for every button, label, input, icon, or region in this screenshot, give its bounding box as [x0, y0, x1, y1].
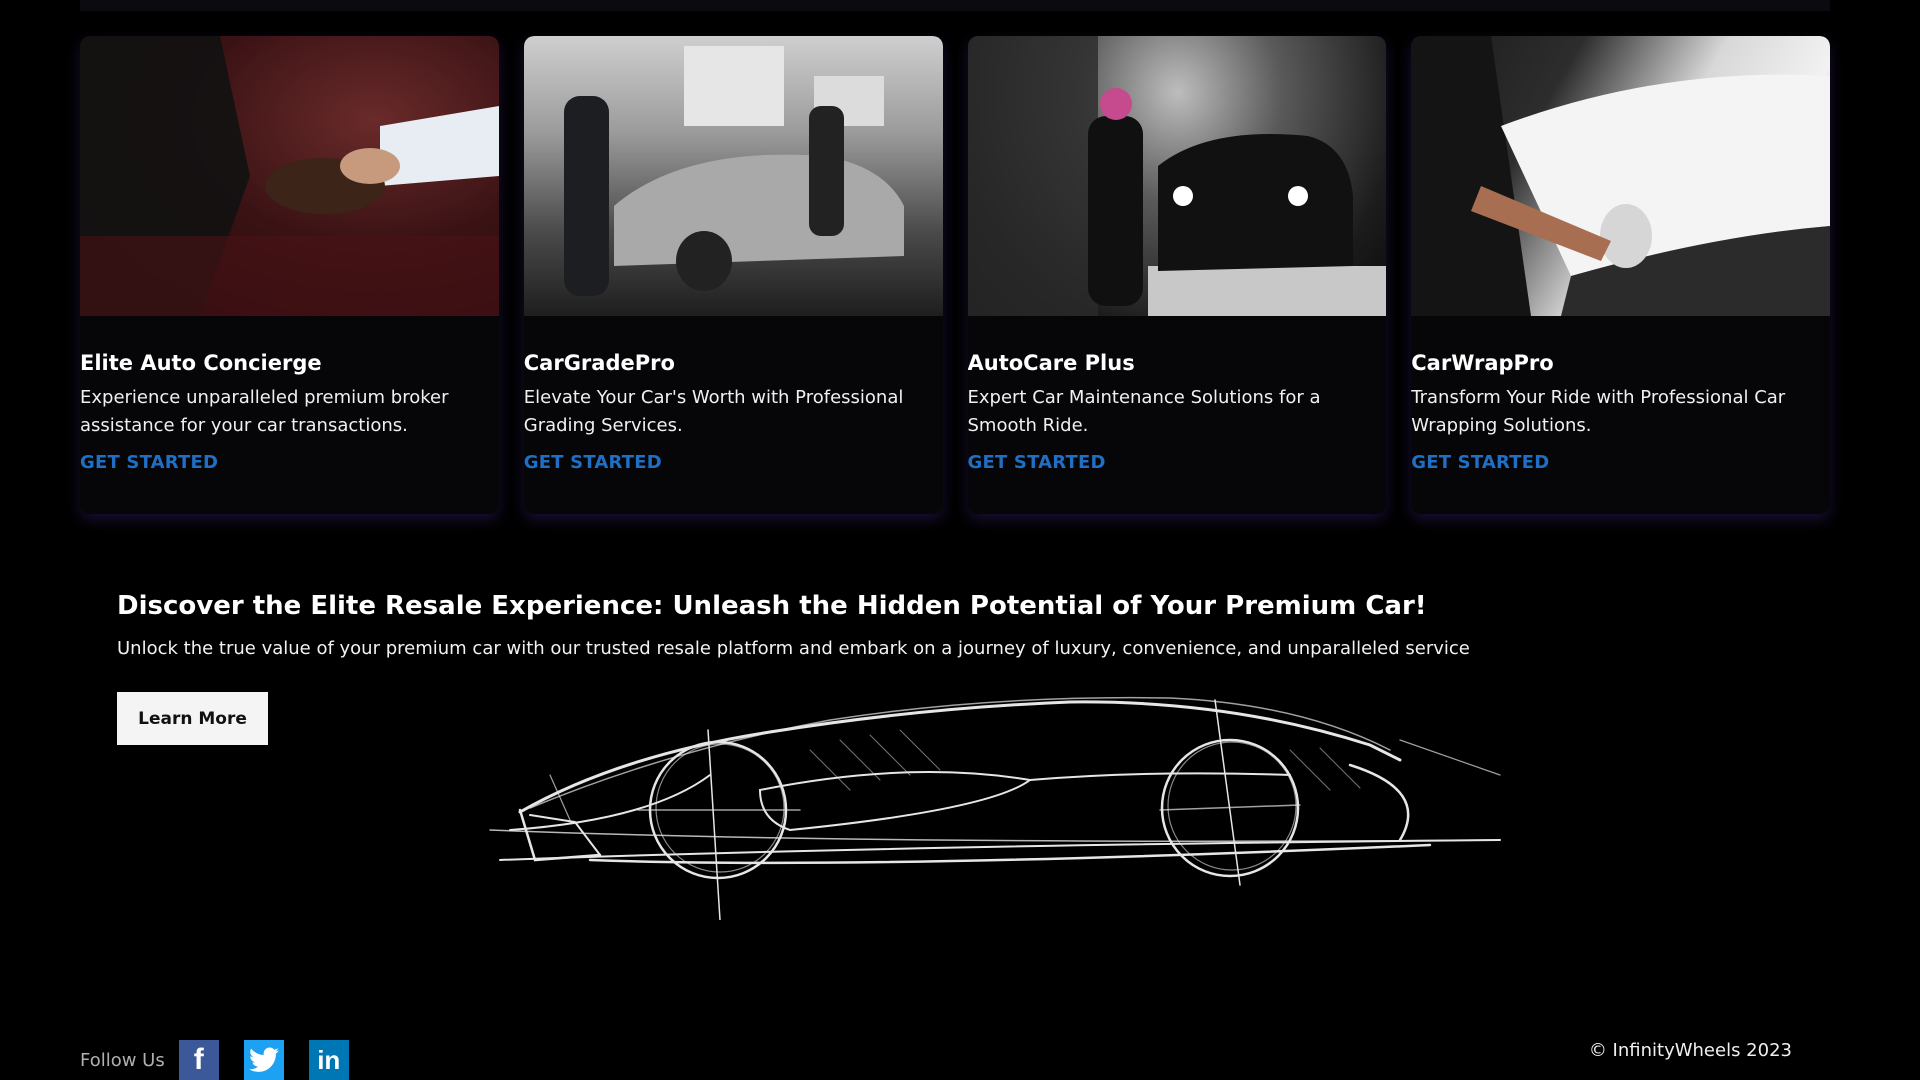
service-card-elite-auto-concierge: Elite Auto Concierge Experience unparall… — [80, 36, 499, 514]
facebook-icon[interactable]: f — [178, 1040, 219, 1080]
car-wash-photo — [967, 36, 1387, 316]
get-started-link[interactable]: GET STARTED — [968, 452, 1106, 473]
get-started-link[interactable]: GET STARTED — [80, 452, 218, 473]
top-section-edge — [80, 0, 1830, 11]
card-title: AutoCare Plus — [967, 351, 1135, 375]
copyright-text: © InfinityWheels 2023 — [1588, 1040, 1792, 1061]
handshake-photo — [80, 36, 499, 316]
promo-text: Unlock the true value of your premium ca… — [117, 638, 1470, 659]
follow-us-label: Follow Us — [80, 1049, 165, 1071]
promo-title: Discover the Elite Resale Experience: Un… — [117, 591, 1427, 621]
service-cards: Elite Auto Concierge Experience unparall… — [80, 36, 1830, 514]
card-title: CarGradePro — [523, 351, 675, 375]
service-card-carwrappro: CarWrapPro Transform Your Ride with Prof… — [1411, 36, 1830, 514]
linkedin-icon[interactable]: in — [308, 1040, 349, 1080]
get-started-link[interactable]: GET STARTED — [524, 452, 662, 473]
card-description: Expert Car Maintenance Solutions for a S… — [967, 387, 1321, 436]
get-started-link[interactable]: GET STARTED — [1411, 452, 1549, 473]
twitter-icon[interactable] — [243, 1040, 284, 1080]
card-description: Experience unparalleled premium broker a… — [80, 387, 449, 436]
garage-restoration-photo — [523, 36, 943, 316]
card-description: Transform Your Ride with Professional Ca… — [1411, 387, 1786, 436]
resale-promo: Discover the Elite Resale Experience: Un… — [117, 588, 1617, 662]
card-title: Elite Auto Concierge — [80, 351, 322, 375]
card-description: Elevate Your Car's Worth with Profession… — [523, 387, 904, 436]
footer-social: Follow Us f in — [80, 1040, 362, 1080]
service-card-autocare-plus: AutoCare Plus Expert Car Maintenance Sol… — [967, 36, 1387, 514]
card-title: CarWrapPro — [1411, 351, 1554, 375]
service-card-cargradepro: CarGradePro Elevate Your Car's Worth wit… — [523, 36, 943, 514]
car-wrapping-photo — [1411, 36, 1830, 316]
car-sketch-illustration — [470, 680, 1510, 921]
learn-more-button[interactable]: Learn More — [117, 692, 268, 745]
